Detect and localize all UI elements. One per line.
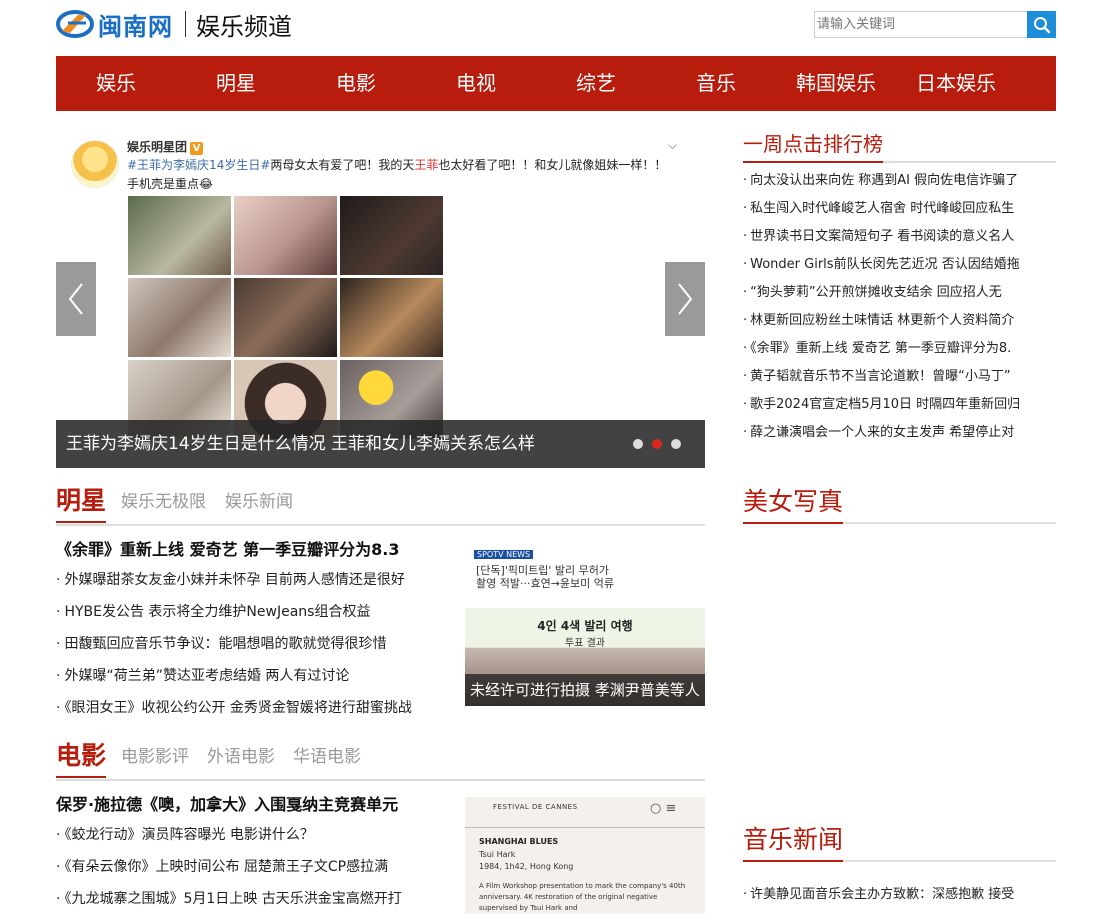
movie-section-title[interactable]: 电影 xyxy=(56,739,107,778)
thumb-film-meta: 1984, 1h42, Hong Kong xyxy=(479,862,574,871)
arrow-left-icon xyxy=(68,283,83,315)
slider-next-button[interactable] xyxy=(665,262,705,336)
thumb-film-director: Tsui Hark xyxy=(479,850,516,859)
slider-caption[interactable]: 王菲为李嫣庆14岁生日是什么情况 王菲和女儿李嫣关系怎么样 xyxy=(66,420,535,468)
logo-icon xyxy=(56,9,94,39)
star-news-item[interactable]: 田馥甄回应音乐节争议：能唱想唱的歌就觉得很珍惜 xyxy=(56,633,456,665)
ranking-item[interactable]: 世界读书日文案简短句子 看书阅读的意义名人 xyxy=(743,226,1048,254)
channel-title: 娱乐频道 xyxy=(196,12,292,41)
nav-item-korea[interactable]: 韩国娱乐 xyxy=(776,56,896,111)
photo xyxy=(128,196,231,275)
nav-item-zongyi[interactable]: 综艺 xyxy=(536,56,656,111)
star-thumbnail[interactable]: SPOTV NEWS [단독]'픽미트립' 발리 무허가 촬영 적발···효연→… xyxy=(465,542,705,706)
ranking-item[interactable]: 林更新回应粉丝土味情话 林更新个人资料简介 xyxy=(743,310,1048,338)
movie-section-header: 电影 电影影评 外语电影 华语电影 xyxy=(56,739,705,781)
chevron-down-icon: ⌵ xyxy=(668,138,678,152)
movie-sub-link[interactable]: 外语电影 xyxy=(207,745,275,769)
post-username: 娱乐明星团 V xyxy=(127,138,204,155)
movie-news-list: 保罗·施拉德《噢，加拿大》入围戛纳主竞赛单元 《蛟龙行动》演员阵容曝光 电影讲什… xyxy=(56,792,456,920)
nav-item-mingxing[interactable]: 明星 xyxy=(176,56,296,111)
site-logo[interactable]: 闽南网 娱乐频道 xyxy=(56,8,292,41)
slider-dot[interactable] xyxy=(652,439,662,449)
arrow-right-icon xyxy=(678,283,693,315)
nav-item-dianying[interactable]: 电影 xyxy=(296,56,416,111)
photo xyxy=(234,196,337,275)
movie-sub-link[interactable]: 电影影评 xyxy=(121,745,189,769)
main-nav: 娱乐 明星 电影 电视 综艺 音乐 韩国娱乐 日本娱乐 xyxy=(56,56,1056,111)
featured-slider[interactable]: 娱乐明星团 V ⌵ #王菲为李嫣庆14岁生日#两母女太有爱了吧！我的天王菲也太好看… xyxy=(56,128,705,468)
avatar xyxy=(71,140,119,188)
search-input[interactable] xyxy=(814,11,1028,38)
movie-thumbnail[interactable]: FESTIVAL DE CANNES ○ ≡ SHANGHAI BLUES Ts… xyxy=(465,797,705,914)
ranking-item[interactable]: Wonder Girls前队长闵先艺近况 否认因结婚拖 xyxy=(743,254,1048,282)
beauty-section-title[interactable]: 美女写真 xyxy=(743,486,844,524)
star-section-title[interactable]: 明星 xyxy=(56,484,107,523)
slider-dots xyxy=(633,439,681,449)
logo-text: 闽南网 xyxy=(98,12,173,41)
search-icon xyxy=(1033,16,1050,33)
ranking-item[interactable]: 私生闯入时代峰峻艺人宿舍 时代峰峻回应私生 xyxy=(743,198,1048,226)
ranking-item[interactable]: 向太没认出来向佐 称遇到AI 假向佐电信诈骗了 xyxy=(743,170,1048,198)
slider-dot[interactable] xyxy=(633,439,643,449)
star-sub-link[interactable]: 娱乐新闻 xyxy=(225,490,293,514)
star-thumb-caption: 未经许可进行拍摄 孝渊尹普美等人 xyxy=(465,674,705,706)
photo-grid xyxy=(128,196,444,439)
ranking-title: 一周点击排行榜 xyxy=(743,128,883,163)
verified-badge: V xyxy=(190,142,204,155)
photo xyxy=(128,278,231,357)
star-news-list: 《余罪》重新上线 爱奇艺 第一季豆瓣评分为8.3 外媒曝甜茶女友金小妹并未怀孕 … xyxy=(56,537,456,729)
thumb-brand: FESTIVAL DE CANNES xyxy=(493,803,578,811)
movie-lead-headline[interactable]: 保罗·施拉德《噢，加拿大》入围戛纳主竞赛单元 xyxy=(56,792,456,824)
movie-news-item[interactable]: 《九龙城寨之围城》5月1日上映 古天乐洪金宝高燃开打 xyxy=(56,888,456,920)
thumb-divider xyxy=(465,827,705,828)
thumb-film-title: SHANGHAI BLUES xyxy=(479,837,559,846)
thumb-article-header: SPOTV NEWS [단독]'픽미트립' 발리 무허가 촬영 적발···효연→… xyxy=(465,542,705,608)
nav-item-yule[interactable]: 娱乐 xyxy=(56,56,176,111)
slider-prev-button[interactable] xyxy=(56,262,96,336)
music-news-list: 许美静见面音乐会主办方致歉：深感抱歉 接受 xyxy=(743,884,1048,912)
nav-item-dianshi[interactable]: 电视 xyxy=(416,56,536,111)
star-news-item[interactable]: 《眼泪女王》收视公约公开 金秀贤金智媛将进行甜蜜挑战 xyxy=(56,697,456,729)
header: 闽南网 娱乐频道 xyxy=(56,0,1056,56)
star-section-header: 明星 娱乐无极限 娱乐新闻 xyxy=(56,484,705,526)
photo xyxy=(234,278,337,357)
movie-news-item[interactable]: 《有朵云像你》上映时间公布 屈楚萧王子文CP感拉满 xyxy=(56,856,456,888)
thumb-search-icon: ○ ≡ xyxy=(650,801,677,816)
search-button[interactable] xyxy=(1027,11,1056,38)
music-section-header: 音乐新闻 xyxy=(743,824,1056,862)
nav-item-japan[interactable]: 日本娱乐 xyxy=(896,56,1016,111)
slider-dot[interactable] xyxy=(671,439,681,449)
music-section-title[interactable]: 音乐新闻 xyxy=(743,824,844,862)
ranking-item[interactable]: 歌手2024官宣定档5月10日 时隔四年重新回归 xyxy=(743,394,1048,422)
ranking-item[interactable]: 黄子韬就音乐节不当言论道歉！曾曝“小马丁” xyxy=(743,366,1048,394)
movie-sub-link[interactable]: 华语电影 xyxy=(293,745,361,769)
ranking-item[interactable]: “狗头萝莉”公开煎饼摊收支结余 回应招人无 xyxy=(743,282,1048,310)
search-box xyxy=(814,11,1056,38)
star-lead-headline[interactable]: 《余罪》重新上线 爱奇艺 第一季豆瓣评分为8.3 xyxy=(56,537,456,569)
movie-news-item[interactable]: 《蛟龙行动》演员阵容曝光 电影讲什么？ xyxy=(56,824,456,856)
ranking-list: 向太没认出来向佐 称遇到AI 假向佐电信诈骗了私生闯入时代峰峻艺人宿舍 时代峰峻… xyxy=(743,170,1048,450)
star-news-item[interactable]: 外媒曝甜茶女友金小妹并未怀孕 目前两人感情还是很好 xyxy=(56,569,456,601)
photo xyxy=(340,196,443,275)
music-news-item[interactable]: 许美静见面音乐会主办方致歉：深感抱歉 接受 xyxy=(743,884,1048,912)
slider-caption-bar: 王菲为李嫣庆14岁生日是什么情况 王菲和女儿李嫣关系怎么样 xyxy=(56,420,705,468)
ranking-item[interactable]: 《余罪》重新上线 爱奇艺 第一季豆瓣评分为8. xyxy=(743,338,1048,366)
ranking-item[interactable]: 薛之谦演唱会一个人来的女主发声 希望停止对 xyxy=(743,422,1048,450)
nav-item-yinyue[interactable]: 音乐 xyxy=(656,56,776,111)
photo xyxy=(340,278,443,357)
star-news-item[interactable]: 外媒曝“荷兰弟”赞达亚考虑结婚 两人有过讨论 xyxy=(56,665,456,697)
beauty-section-header: 美女写真 xyxy=(743,486,1056,524)
star-sub-link[interactable]: 娱乐无极限 xyxy=(121,490,206,514)
slide-image[interactable]: 娱乐明星团 V ⌵ #王菲为李嫣庆14岁生日#两母女太有爱了吧！我的天王菲也太好看… xyxy=(56,128,705,468)
star-news-item[interactable]: HYBE发公告 表示将全力维护NewJeans组合权益 xyxy=(56,601,456,633)
post-text: #王菲为李嫣庆14岁生日#两母女太有爱了吧！我的天王菲也太好看了吧！！和女儿就像… xyxy=(127,158,667,191)
ranking-header: 一周点击排行榜 xyxy=(743,128,1056,163)
thumb-film-desc: A Film Workshop presentation to mark the… xyxy=(479,882,686,912)
logo-divider xyxy=(185,11,186,37)
